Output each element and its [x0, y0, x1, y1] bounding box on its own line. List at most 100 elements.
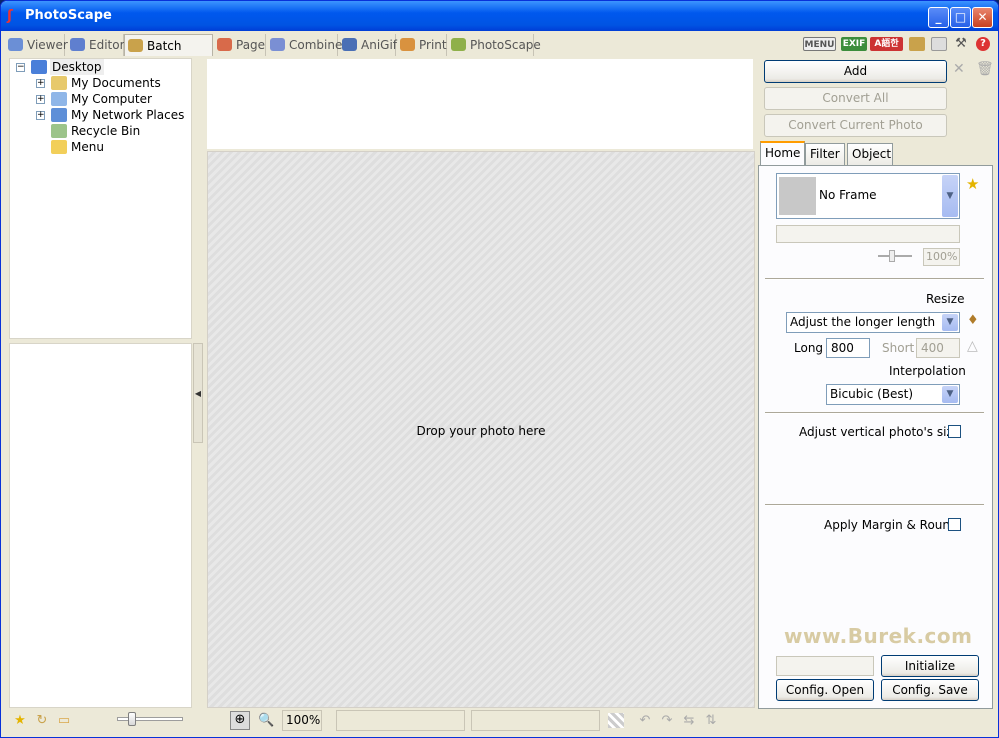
tab-photoscape[interactable]: PhotoScape — [448, 34, 541, 56]
divider — [765, 278, 984, 280]
tab-anigif[interactable]: AniGif — [339, 34, 397, 56]
tree-item-my-network-places[interactable]: My Network Places — [71, 107, 184, 123]
collapse-icon[interactable]: − — [16, 63, 25, 72]
adjust-vertical-label: Adjust vertical photo's size — [799, 425, 961, 439]
short-input[interactable]: 400 — [916, 338, 960, 358]
star-icon[interactable]: ★ — [12, 713, 28, 728]
tab-viewer[interactable]: Viewer — [5, 34, 68, 56]
chevron-down-icon: ▼ — [942, 314, 958, 331]
tree-item-menu[interactable]: Menu — [71, 139, 104, 155]
long-input[interactable]: 800 — [826, 338, 870, 358]
exif-button[interactable]: EXIF — [841, 37, 867, 51]
opacity-slider[interactable] — [878, 255, 912, 257]
my-computer-icon — [51, 92, 67, 106]
open-folder-icon[interactable]: ▭ — [56, 713, 72, 728]
rotate-right-icon[interactable]: ↷ — [659, 713, 675, 728]
flip-vertical-icon[interactable]: ⇅ — [703, 713, 719, 728]
config-open-button[interactable]: Config. Open — [776, 679, 874, 701]
minimize-button[interactable]: _ — [928, 7, 949, 28]
opacity-value: 100% — [923, 248, 960, 266]
watermark-text: www.Burek.com — [784, 624, 973, 648]
language-button[interactable]: A語한 — [870, 37, 903, 51]
interpolation-value: Bicubic (Best) — [830, 387, 914, 401]
frame-select-value: No Frame — [819, 188, 877, 202]
convert-current-button[interactable]: Convert Current Photo — [764, 114, 947, 137]
zoom-icon[interactable]: 🔍 — [258, 713, 274, 728]
config-save-button[interactable]: Config. Save — [881, 679, 979, 701]
expand-icon[interactable]: + — [36, 95, 45, 104]
status-field-1 — [336, 710, 465, 731]
app-window: ʃ PhotoScape _ □ ✕ Viewer Editor Batch E… — [0, 0, 999, 738]
tab-editor[interactable]: Editor — [67, 34, 125, 56]
rotate-left-icon[interactable]: ↶ — [637, 713, 653, 728]
tools-icon[interactable]: ⚒ — [954, 37, 968, 51]
resize-mode-select[interactable]: Adjust the longer length ▼ — [786, 312, 960, 333]
photo-drop-area[interactable]: Drop your photo here — [207, 151, 755, 708]
close-button[interactable]: ✕ — [972, 7, 993, 28]
short-label: Short — [882, 341, 915, 355]
title-bar[interactable]: ʃ PhotoScape _ □ ✕ — [1, 1, 998, 31]
tab-home[interactable]: Home — [760, 141, 805, 166]
photoscape-logo-icon: ʃ — [7, 8, 13, 24]
flip-horizontal-icon[interactable]: ⇆ — [681, 713, 697, 728]
recycle-bin-icon — [51, 124, 67, 138]
page-icon — [217, 38, 232, 51]
thumbnail-strip[interactable] — [207, 59, 753, 149]
copy-icon[interactable] — [931, 37, 947, 51]
interpolation-label: Interpolation — [889, 364, 966, 378]
adjust-vertical-checkbox[interactable] — [948, 425, 961, 438]
maximize-button[interactable]: □ — [950, 7, 971, 28]
actual-size-icon[interactable]: ⊕ — [230, 711, 250, 730]
acorn-icon[interactable]: ♦ — [967, 313, 979, 328]
batch-settings-panel: Add ✕ 🗑 Convert All Convert Current Phot… — [758, 57, 994, 709]
tree-item-desktop[interactable]: Desktop — [50, 59, 104, 75]
frame-select[interactable]: No Frame ▼ — [776, 173, 960, 219]
divider — [765, 504, 984, 506]
network-places-icon — [51, 108, 67, 122]
expand-icon[interactable]: + — [36, 79, 45, 88]
tree-item-recycle-bin[interactable]: Recycle Bin — [71, 123, 140, 139]
frame-preview — [779, 177, 816, 215]
my-documents-icon — [51, 76, 67, 90]
tab-filter[interactable]: Filter — [805, 143, 845, 165]
expand-icon[interactable]: + — [36, 111, 45, 120]
resize-label: Resize — [926, 292, 965, 306]
opacity-slider-thumb[interactable] — [889, 250, 895, 262]
tab-batch-editor[interactable]: Batch Editor — [124, 34, 213, 75]
status-field-2 — [471, 710, 600, 731]
transparency-grid-icon[interactable] — [608, 713, 624, 728]
tree-item-my-computer[interactable]: My Computer — [71, 91, 152, 107]
star-icon[interactable]: ★ — [966, 175, 979, 193]
trash-icon[interactable]: 🗑 — [976, 61, 994, 77]
menu-button[interactable]: MENU — [803, 37, 836, 51]
tree-item-my-documents[interactable]: My Documents — [71, 75, 161, 91]
remove-icon[interactable]: ✕ — [953, 61, 965, 77]
window-title: PhotoScape — [25, 8, 112, 23]
thumbnail-size-slider[interactable] — [117, 712, 183, 726]
refresh-icon[interactable]: ↻ — [34, 713, 50, 728]
film-icon[interactable] — [909, 37, 925, 51]
tab-combine[interactable]: Combine — [267, 34, 342, 56]
chevron-down-icon: ▼ — [942, 386, 958, 403]
chevron-down-icon: ▼ — [942, 175, 958, 217]
editor-icon — [70, 38, 85, 51]
anigif-icon — [342, 38, 357, 51]
apply-margin-label: Apply Margin & Round — [824, 518, 958, 532]
slider-thumb[interactable] — [128, 712, 136, 726]
apply-margin-checkbox[interactable] — [948, 518, 961, 531]
tab-print[interactable]: Print — [397, 34, 447, 56]
file-list-pane[interactable] — [9, 343, 192, 708]
link-icon[interactable]: △ — [967, 338, 978, 354]
status-bar: ★ ↻ ▭ ⊕ 🔍 100% ↶ ↷ ⇆ ⇅ — [1, 709, 998, 737]
initialize-button[interactable]: Initialize — [881, 655, 979, 677]
help-icon[interactable]: ? — [976, 37, 990, 51]
drop-hint: Drop your photo here — [416, 424, 546, 438]
batch-editor-icon — [128, 39, 143, 52]
collapse-panel-handle[interactable]: ◀ — [193, 343, 203, 443]
convert-all-button[interactable]: Convert All — [764, 87, 947, 110]
add-button[interactable]: Add — [764, 60, 947, 83]
folder-tree: − Desktop + My Documents + My Computer +… — [9, 58, 192, 339]
tab-object[interactable]: Object — [847, 143, 893, 165]
tab-page[interactable]: Page — [214, 34, 266, 56]
interpolation-select[interactable]: Bicubic (Best) ▼ — [826, 384, 960, 405]
